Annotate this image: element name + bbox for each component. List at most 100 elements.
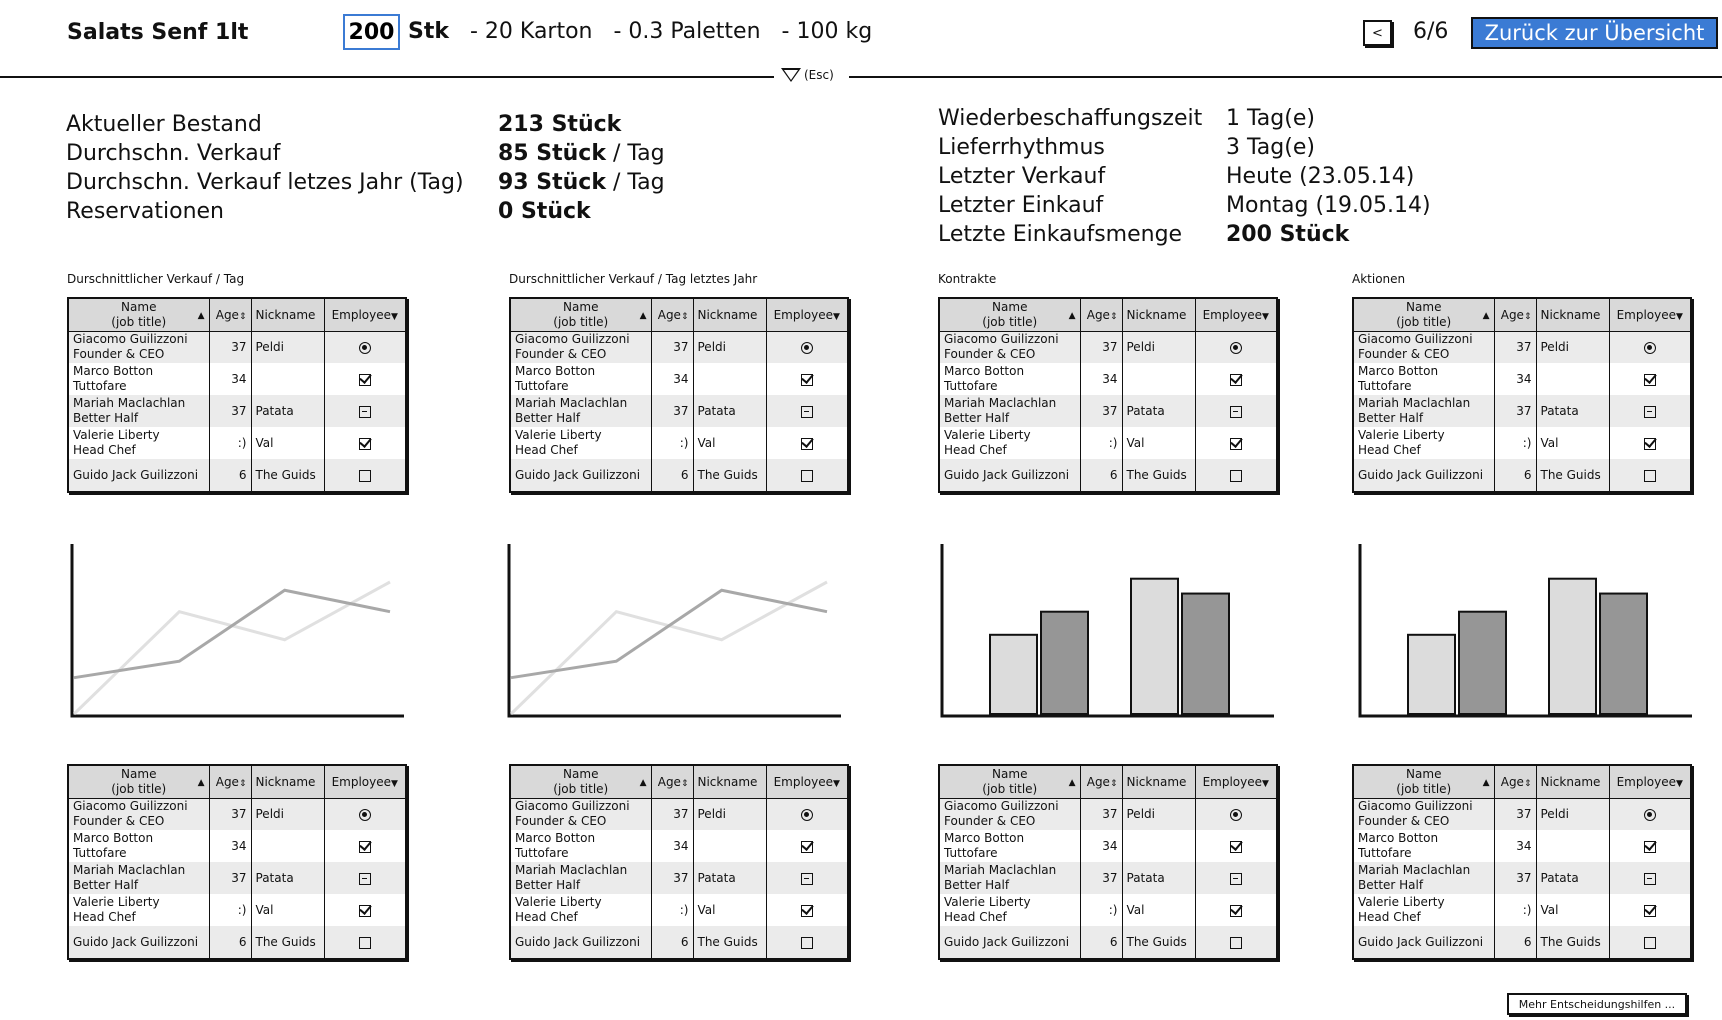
- table-row[interactable]: Giacomo Guilizzoni Founder & CEO 37 Peldi: [940, 798, 1276, 830]
- checkbox-checked-icon[interactable]: [358, 437, 371, 450]
- table-row[interactable]: Giacomo Guilizzoni Founder & CEO 37 Peldi: [1354, 331, 1690, 363]
- table-row[interactable]: Mariah Maclachlan Better Half 37 Patata: [940, 395, 1276, 427]
- table-row[interactable]: Valerie Liberty Head Chef:) Val: [511, 427, 847, 459]
- column-header-age[interactable]: Age⇕: [1494, 299, 1537, 331]
- column-header-nickname[interactable]: Nickname: [251, 299, 325, 331]
- checkbox-empty-icon[interactable]: [1229, 936, 1242, 949]
- column-header-name[interactable]: Name (job title) ▲: [1354, 766, 1495, 798]
- checkbox-checked-icon[interactable]: [800, 840, 813, 853]
- checkbox-indeterminate-icon[interactable]: [1643, 872, 1656, 885]
- table-row[interactable]: Mariah Maclachlan Better Half 37 Patata: [1354, 862, 1690, 894]
- table-row[interactable]: Giacomo Guilizzoni Founder & CEO 37 Peldi: [1354, 798, 1690, 830]
- table-row[interactable]: Mariah Maclachlan Better Half 37 Patata: [69, 862, 405, 894]
- checkbox-checked-icon[interactable]: [800, 437, 813, 450]
- checkbox-empty-icon[interactable]: [358, 469, 371, 482]
- column-header-name[interactable]: Name (job title) ▲: [940, 299, 1081, 331]
- column-header-nickname[interactable]: Nickname: [693, 766, 767, 798]
- column-header-name[interactable]: Name (job title) ▲: [69, 766, 210, 798]
- column-header-name[interactable]: Name (job title) ▲: [511, 766, 652, 798]
- table-row[interactable]: Valerie Liberty Head Chef:) Val: [940, 427, 1276, 459]
- table-row[interactable]: Mariah Maclachlan Better Half 37 Patata: [940, 862, 1276, 894]
- table-row[interactable]: Marco Botton Tuttofare 34: [940, 363, 1276, 395]
- checkbox-empty-icon[interactable]: [1643, 469, 1656, 482]
- table-row[interactable]: Valerie Liberty Head Chef:) Val: [940, 894, 1276, 926]
- table-row[interactable]: Guido Jack Guilizzoni 6 The Guids: [940, 926, 1276, 958]
- checkbox-indeterminate-icon[interactable]: [1643, 405, 1656, 418]
- checkbox-empty-icon[interactable]: [1643, 936, 1656, 949]
- table-row[interactable]: Mariah Maclachlan Better Half 37 Patata: [69, 395, 405, 427]
- table-row[interactable]: Guido Jack Guilizzoni 6 The Guids: [511, 459, 847, 491]
- checkbox-checked-icon[interactable]: [1643, 840, 1656, 853]
- more-decision-aids-button[interactable]: Mehr Entscheidungshilfen ...: [1507, 993, 1687, 1015]
- radio-selected-icon[interactable]: [358, 341, 371, 354]
- column-header-age[interactable]: Age⇕: [1080, 766, 1123, 798]
- column-header-nickname[interactable]: Nickname: [1536, 766, 1610, 798]
- table-row[interactable]: Marco Botton Tuttofare 34: [1354, 830, 1690, 862]
- checkbox-indeterminate-icon[interactable]: [800, 872, 813, 885]
- checkbox-checked-icon[interactable]: [1643, 373, 1656, 386]
- back-to-overview-button[interactable]: Zurück zur Übersicht: [1471, 17, 1718, 49]
- checkbox-empty-icon[interactable]: [800, 469, 813, 482]
- table-row[interactable]: Guido Jack Guilizzoni 6 The Guids: [69, 926, 405, 958]
- column-header-employee[interactable]: Employee▼: [1609, 766, 1690, 798]
- table-row[interactable]: Mariah Maclachlan Better Half 37 Patata: [511, 862, 847, 894]
- quantity-input[interactable]: [343, 14, 400, 50]
- table-row[interactable]: Guido Jack Guilizzoni 6 The Guids: [69, 459, 405, 491]
- table-row[interactable]: Giacomo Guilizzoni Founder & CEO 37 Peldi: [69, 331, 405, 363]
- table-row[interactable]: Giacomo Guilizzoni Founder & CEO 37 Peldi: [69, 798, 405, 830]
- column-header-nickname[interactable]: Nickname: [1122, 299, 1196, 331]
- checkbox-indeterminate-icon[interactable]: [800, 405, 813, 418]
- column-header-age[interactable]: Age⇕: [1494, 766, 1537, 798]
- table-row[interactable]: Giacomo Guilizzoni Founder & CEO 37 Peldi: [511, 798, 847, 830]
- checkbox-empty-icon[interactable]: [1229, 469, 1242, 482]
- table-row[interactable]: Marco Botton Tuttofare 34: [940, 830, 1276, 862]
- checkbox-checked-icon[interactable]: [1643, 437, 1656, 450]
- column-header-age[interactable]: Age⇕: [209, 299, 252, 331]
- column-header-name[interactable]: Name (job title) ▲: [511, 299, 652, 331]
- table-row[interactable]: Marco Botton Tuttofare 34: [69, 363, 405, 395]
- column-header-age[interactable]: Age⇕: [209, 766, 252, 798]
- table-row[interactable]: Valerie Liberty Head Chef:) Val: [1354, 427, 1690, 459]
- radio-selected-icon[interactable]: [358, 808, 371, 821]
- column-header-employee[interactable]: Employee▼: [766, 766, 847, 798]
- radio-selected-icon[interactable]: [1643, 808, 1656, 821]
- table-row[interactable]: Marco Botton Tuttofare 34: [511, 363, 847, 395]
- table-row[interactable]: Valerie Liberty Head Chef:) Val: [1354, 894, 1690, 926]
- column-header-name[interactable]: Name (job title) ▲: [940, 766, 1081, 798]
- column-header-age[interactable]: Age⇕: [651, 766, 694, 798]
- checkbox-checked-icon[interactable]: [800, 904, 813, 917]
- column-header-age[interactable]: Age⇕: [651, 299, 694, 331]
- table-row[interactable]: Valerie Liberty Head Chef:) Val: [69, 894, 405, 926]
- checkbox-checked-icon[interactable]: [358, 840, 371, 853]
- table-row[interactable]: Guido Jack Guilizzoni 6 The Guids: [940, 459, 1276, 491]
- table-row[interactable]: Marco Botton Tuttofare 34: [511, 830, 847, 862]
- checkbox-indeterminate-icon[interactable]: [1229, 872, 1242, 885]
- radio-selected-icon[interactable]: [1229, 808, 1242, 821]
- column-header-employee[interactable]: Employee▼: [1195, 766, 1276, 798]
- table-row[interactable]: Mariah Maclachlan Better Half 37 Patata: [511, 395, 847, 427]
- column-header-nickname[interactable]: Nickname: [693, 299, 767, 331]
- column-header-name[interactable]: Name (job title) ▲: [1354, 299, 1495, 331]
- table-row[interactable]: Guido Jack Guilizzoni 6 The Guids: [511, 926, 847, 958]
- table-row[interactable]: Mariah Maclachlan Better Half 37 Patata: [1354, 395, 1690, 427]
- table-row[interactable]: Valerie Liberty Head Chef:) Val: [511, 894, 847, 926]
- column-header-employee[interactable]: Employee▼: [766, 299, 847, 331]
- checkbox-indeterminate-icon[interactable]: [1229, 405, 1242, 418]
- column-header-name[interactable]: Name (job title) ▲: [69, 299, 210, 331]
- checkbox-indeterminate-icon[interactable]: [358, 872, 371, 885]
- table-row[interactable]: Giacomo Guilizzoni Founder & CEO 37 Peldi: [940, 331, 1276, 363]
- column-header-employee[interactable]: Employee▼: [1609, 299, 1690, 331]
- collapse-toggle[interactable]: (Esc): [781, 68, 834, 82]
- column-header-nickname[interactable]: Nickname: [1536, 299, 1610, 331]
- checkbox-checked-icon[interactable]: [1229, 840, 1242, 853]
- column-header-employee[interactable]: Employee▼: [324, 766, 405, 798]
- checkbox-checked-icon[interactable]: [1229, 373, 1242, 386]
- checkbox-checked-icon[interactable]: [800, 373, 813, 386]
- table-row[interactable]: Marco Botton Tuttofare 34: [69, 830, 405, 862]
- checkbox-checked-icon[interactable]: [358, 904, 371, 917]
- checkbox-checked-icon[interactable]: [1229, 437, 1242, 450]
- radio-selected-icon[interactable]: [1643, 341, 1656, 354]
- column-header-employee[interactable]: Employee▼: [324, 299, 405, 331]
- column-header-employee[interactable]: Employee▼: [1195, 299, 1276, 331]
- checkbox-checked-icon[interactable]: [1643, 904, 1656, 917]
